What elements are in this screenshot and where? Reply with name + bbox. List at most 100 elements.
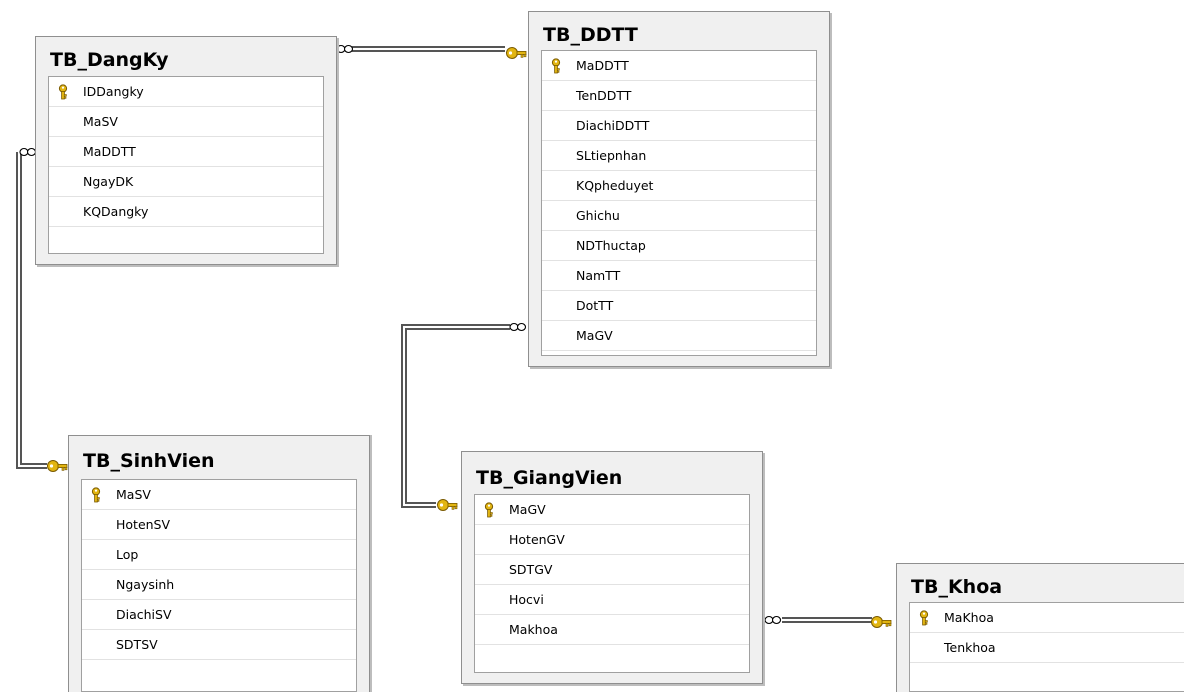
- field-row[interactable]: MaGV: [475, 495, 749, 525]
- field-row[interactable]: Hocvi: [475, 585, 749, 615]
- field-name: DotTT: [576, 298, 614, 313]
- field-gutter: [475, 555, 503, 584]
- field-row[interactable]: HotenGV: [475, 525, 749, 555]
- field-gutter: [542, 171, 570, 200]
- field-name: NgayDK: [83, 174, 134, 189]
- field-row[interactable]: SLtiepnhan: [542, 141, 816, 171]
- field-gutter: [82, 570, 110, 599]
- field-gutter: [542, 111, 570, 140]
- table-title: TB_SinhVien: [83, 450, 215, 472]
- field-row[interactable]: DiachiSV: [82, 600, 356, 630]
- field-name: HotenGV: [509, 532, 565, 547]
- table-tb-giangvien[interactable]: TB_GiangVien MaGV HotenGV SDTGV Hocvi Makhoa: [461, 451, 763, 684]
- field-gutter: [542, 291, 570, 320]
- field-name: Hocvi: [509, 592, 544, 607]
- primary-key-gutter: [82, 480, 110, 509]
- field-list: MaSV HotenSV Lop Ngaysinh DiachiSV SDTSV: [81, 479, 357, 692]
- field-list: MaKhoa Tenkhoa: [909, 602, 1184, 692]
- field-name: MaSV: [116, 487, 151, 502]
- field-list: MaDDTT TenDDTT DiachiDDTT SLtiepnhan KQphedu…: [541, 50, 817, 356]
- field-row[interactable]: KQDangky: [49, 197, 323, 227]
- table-title: TB_GiangVien: [476, 467, 623, 489]
- many-end-infinity-icon: [336, 44, 354, 54]
- field-gutter: [82, 630, 110, 659]
- field-row[interactable]: MaKhoa: [910, 603, 1184, 633]
- field-row[interactable]: MaDDTT: [49, 137, 323, 167]
- table-tb-ddtt[interactable]: TB_DDTT MaDDTT TenDDTT DiachiDDTT SLtiepnha…: [528, 11, 830, 367]
- field-name: DiachiSV: [116, 607, 172, 622]
- field-gutter: [542, 141, 570, 170]
- one-end-key-icon: [871, 616, 892, 628]
- field-list: MaGV HotenGV SDTGV Hocvi Makhoa: [474, 494, 750, 673]
- field-gutter: [542, 201, 570, 230]
- table-title: TB_DDTT: [543, 24, 638, 46]
- field-name: MaGV: [509, 502, 546, 517]
- primary-key-gutter: [910, 603, 938, 632]
- field-row[interactable]: DotTT: [542, 291, 816, 321]
- primary-key-gutter: [475, 495, 503, 524]
- table-title: TB_DangKy: [50, 49, 169, 71]
- field-row[interactable]: NamTT: [542, 261, 816, 291]
- field-name: Makhoa: [509, 622, 558, 637]
- field-row[interactable]: Lop: [82, 540, 356, 570]
- field-row[interactable]: SDTGV: [475, 555, 749, 585]
- field-row[interactable]: MaSV: [49, 107, 323, 137]
- field-row[interactable]: DiachiDDTT: [542, 111, 816, 141]
- field-list: IDDangky MaSV MaDDTT NgayDK KQDangky: [48, 76, 324, 254]
- field-row[interactable]: Ngaysinh: [82, 570, 356, 600]
- field-name: HotenSV: [116, 517, 171, 532]
- key-icon: [918, 609, 930, 626]
- field-name: TenDDTT: [576, 88, 632, 103]
- field-row[interactable]: Tenkhoa: [910, 633, 1184, 663]
- one-end-key-icon: [47, 460, 68, 472]
- many-end-infinity-icon: [509, 322, 527, 332]
- primary-key-gutter: [49, 77, 77, 106]
- key-icon: [483, 501, 495, 518]
- key-icon: [57, 83, 69, 100]
- field-row[interactable]: Ghichu: [542, 201, 816, 231]
- table-tb-khoa[interactable]: TB_Khoa MaKhoa Tenkhoa: [896, 563, 1184, 692]
- field-row[interactable]: Makhoa: [475, 615, 749, 645]
- field-name: Ngaysinh: [116, 577, 175, 592]
- many-end-infinity-icon: [764, 615, 782, 625]
- field-row[interactable]: SDTSV: [82, 630, 356, 660]
- field-row[interactable]: KQpheduyet: [542, 171, 816, 201]
- field-gutter: [542, 321, 570, 350]
- field-row[interactable]: MaSV: [82, 480, 356, 510]
- field-row[interactable]: NgayDK: [49, 167, 323, 197]
- field-name: KQDangky: [83, 204, 149, 219]
- field-name: MaDDTT: [83, 144, 136, 159]
- field-name: MaSV: [83, 114, 118, 129]
- field-row[interactable]: NDThuctap: [542, 231, 816, 261]
- field-name: DiachiDDTT: [576, 118, 650, 133]
- field-gutter: [542, 81, 570, 110]
- key-icon: [90, 486, 102, 503]
- field-name: SLtiepnhan: [576, 148, 647, 163]
- table-tb-sinhvien[interactable]: TB_SinhVien MaSV HotenSV Lop Ngaysinh Diachi…: [68, 435, 370, 692]
- field-name: KQpheduyet: [576, 178, 654, 193]
- field-gutter: [542, 231, 570, 260]
- field-gutter: [475, 615, 503, 644]
- key-icon: [550, 57, 562, 74]
- field-name: NamTT: [576, 268, 621, 283]
- field-gutter: [49, 137, 77, 166]
- field-row[interactable]: MaDDTT: [542, 51, 816, 81]
- field-name: MaDDTT: [576, 58, 629, 73]
- field-row[interactable]: IDDangky: [49, 77, 323, 107]
- field-row[interactable]: MaGV: [542, 321, 816, 351]
- one-end-key-icon: [437, 499, 458, 511]
- field-name: Tenkhoa: [944, 640, 996, 655]
- field-gutter: [475, 525, 503, 554]
- field-gutter: [82, 600, 110, 629]
- primary-key-gutter: [542, 51, 570, 80]
- table-tb-dangky[interactable]: TB_DangKy IDDangky MaSV MaDDTT NgayDK KQDang…: [35, 36, 337, 265]
- field-gutter: [82, 540, 110, 569]
- field-row[interactable]: TenDDTT: [542, 81, 816, 111]
- table-title: TB_Khoa: [911, 576, 1003, 598]
- field-gutter: [82, 510, 110, 539]
- field-gutter: [49, 167, 77, 196]
- field-row[interactable]: HotenSV: [82, 510, 356, 540]
- field-gutter: [49, 107, 77, 136]
- rel-giangvien-khoa: [764, 615, 892, 628]
- field-name: Ghichu: [576, 208, 620, 223]
